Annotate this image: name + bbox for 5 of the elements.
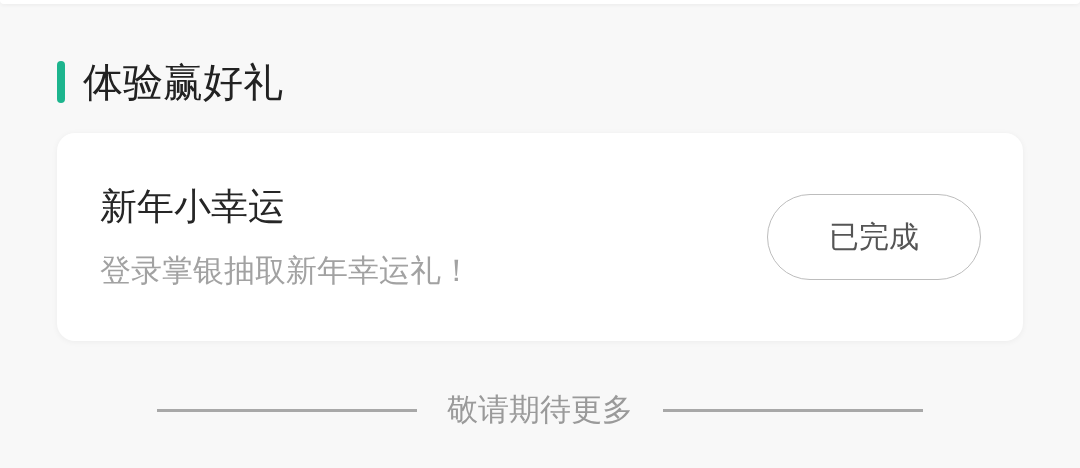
accent-bar: [57, 61, 65, 103]
task-subtitle: 登录掌银抽取新年幸运礼！: [100, 251, 472, 290]
task-title: 新年小幸运: [100, 184, 286, 230]
footer-text: 敬请期待更多: [447, 390, 633, 429]
section-title: 体验赢好礼: [83, 57, 283, 107]
